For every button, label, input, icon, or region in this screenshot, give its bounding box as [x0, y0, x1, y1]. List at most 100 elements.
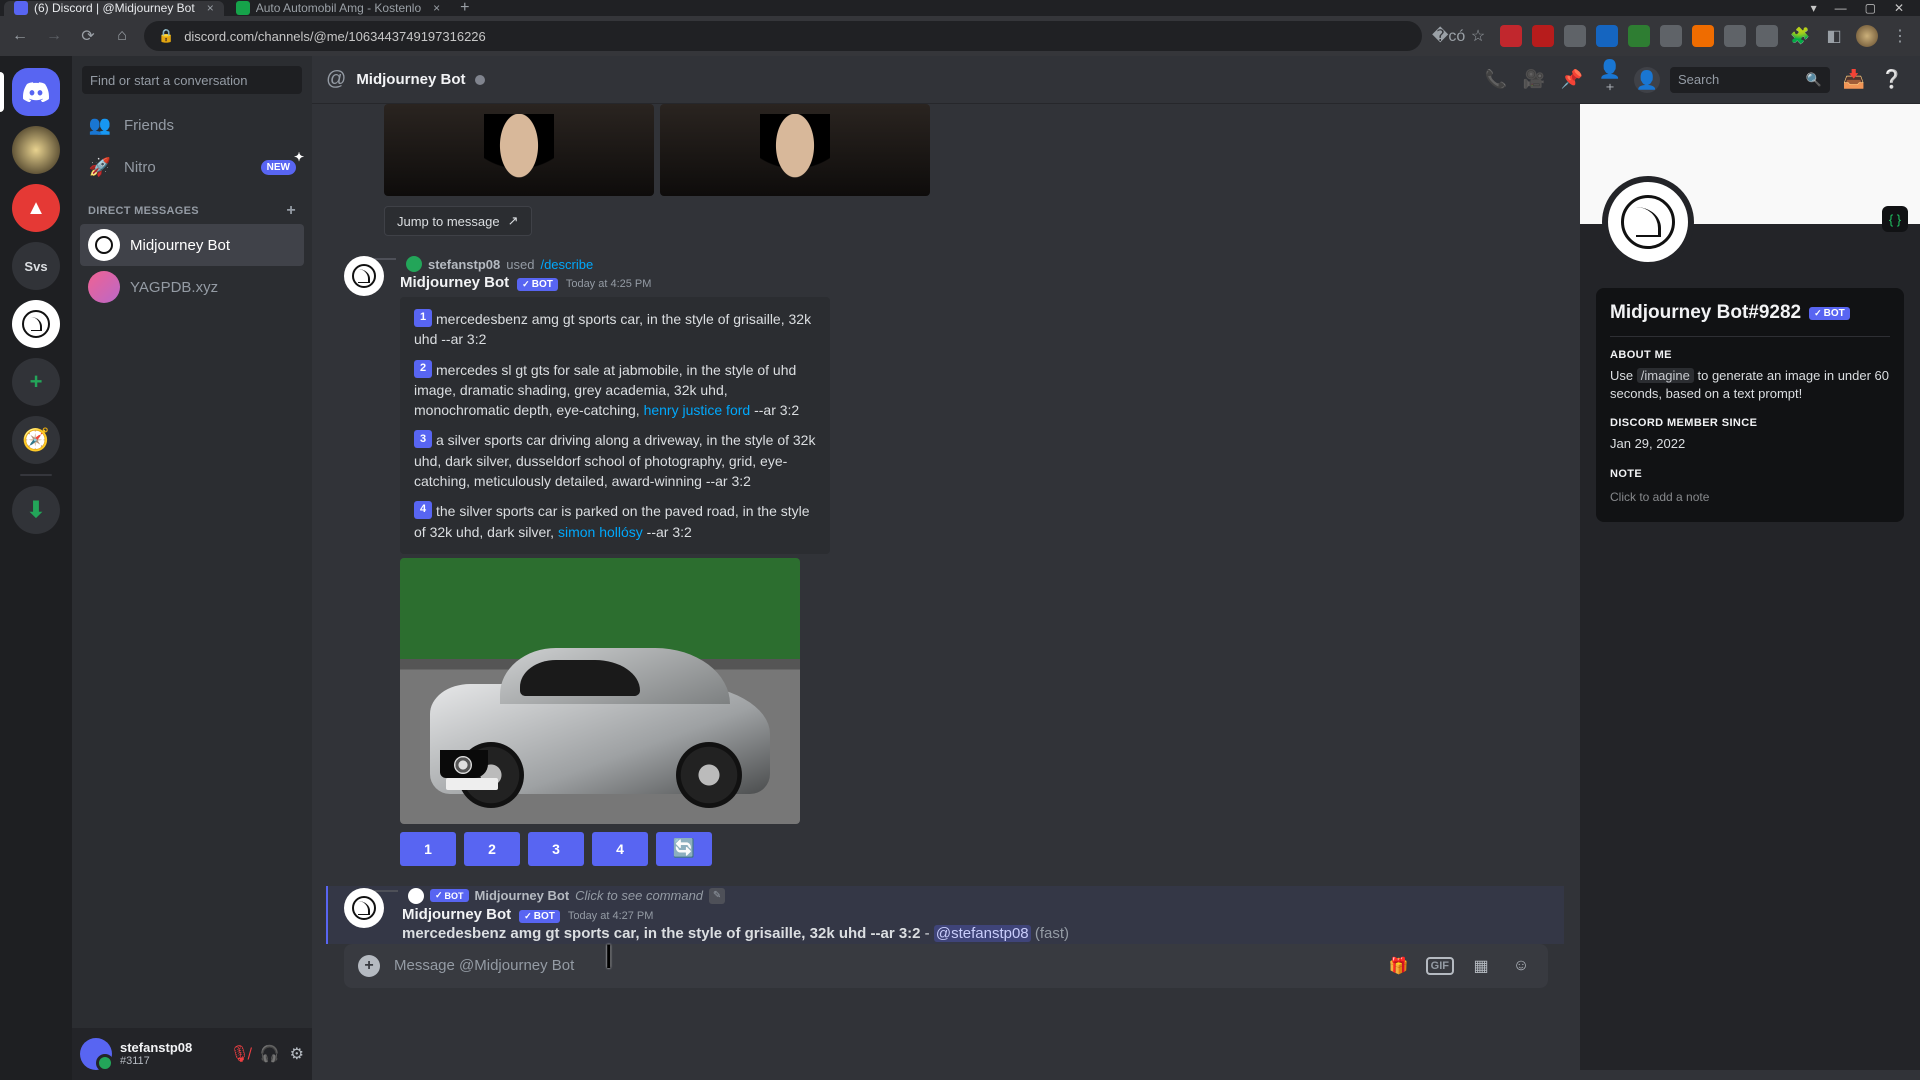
- author-avatar-icon[interactable]: [344, 256, 384, 296]
- server-item[interactable]: [12, 126, 60, 174]
- server-item[interactable]: Svs: [12, 242, 60, 290]
- view-roles-badge[interactable]: { }: [1882, 206, 1908, 232]
- search-input[interactable]: Search 🔍: [1670, 67, 1830, 93]
- message-describe-result: stefanstp08 used /describe Midjourney Bo…: [328, 254, 1564, 868]
- keycap-4-icon: 4: [414, 501, 432, 519]
- reply-context[interactable]: stefanstp08 used /describe: [400, 256, 1564, 272]
- tab-close-icon[interactable]: ×: [433, 1, 440, 15]
- profile-avatar-icon[interactable]: [1856, 25, 1878, 47]
- bot-badge: BOT: [1809, 307, 1850, 320]
- deafen-icon[interactable]: 🎧: [260, 1044, 280, 1064]
- url-input[interactable]: 🔒 discord.com/channels/@me/1063443749197…: [144, 21, 1422, 51]
- gif-button[interactable]: GIF: [1426, 957, 1454, 975]
- extension-icon[interactable]: [1596, 25, 1618, 47]
- add-server-button[interactable]: +: [12, 358, 60, 406]
- link-text[interactable]: henry justice ford: [644, 402, 751, 418]
- nitro-icon: 🚀: [88, 157, 112, 178]
- menu-dots-icon[interactable]: ⋮: [1888, 26, 1912, 46]
- add-friends-icon[interactable]: 👤⁺: [1596, 59, 1624, 101]
- inbox-icon[interactable]: 📥: [1840, 69, 1868, 90]
- browser-tab-active[interactable]: (6) Discord | @Midjourney Bot ×: [4, 1, 224, 16]
- self-names[interactable]: stefanstp08 #3117: [120, 1041, 192, 1067]
- video-call-icon[interactable]: 🎥: [1520, 69, 1548, 90]
- url-text: discord.com/channels/@me/106344374919731…: [184, 29, 486, 44]
- attach-plus-icon[interactable]: +: [358, 955, 380, 977]
- user-mention[interactable]: @stefanstp08: [934, 925, 1031, 942]
- message-content: mercedesbenz amg gt sports car, in the s…: [402, 925, 1564, 942]
- message-composer[interactable]: + Message @Midjourney Bot 🎁 GIF ▦ ☺ I: [344, 944, 1548, 988]
- reroll-button[interactable]: 🔄: [656, 832, 712, 866]
- extension-icon[interactable]: [1660, 25, 1682, 47]
- mute-mic-icon[interactable]: 🎙︎̸: [229, 1044, 249, 1064]
- tab-title: (6) Discord | @Midjourney Bot: [34, 1, 195, 15]
- author-avatar-icon[interactable]: [344, 888, 384, 928]
- gift-icon[interactable]: 🎁: [1386, 956, 1412, 976]
- home-server-button[interactable]: [12, 68, 60, 116]
- maximize-icon[interactable]: ▢: [1865, 1, 1876, 15]
- jump-to-message-button[interactable]: Jump to message ↗: [384, 206, 532, 236]
- minimize-icon[interactable]: ―: [1835, 1, 1847, 15]
- extensions-puzzle-icon[interactable]: 🧩: [1788, 26, 1812, 46]
- prompt-4-button[interactable]: 4: [592, 832, 648, 866]
- bookmark-star-icon[interactable]: ☆: [1466, 26, 1490, 46]
- prompt-3-button[interactable]: 3: [528, 832, 584, 866]
- browser-tab-inactive[interactable]: Auto Automobil Amg - Kostenlo ×: [226, 1, 450, 16]
- sticker-icon[interactable]: ▦: [1468, 956, 1494, 976]
- tab-close-icon[interactable]: ×: [207, 1, 214, 15]
- note-input[interactable]: Click to add a note: [1610, 486, 1890, 508]
- extension-icon[interactable]: [1532, 25, 1554, 47]
- user-profile-icon[interactable]: 👤: [1634, 67, 1660, 93]
- extension-icon[interactable]: [1564, 25, 1586, 47]
- reply-user: Midjourney Bot: [475, 888, 570, 903]
- settings-gear-icon[interactable]: ⚙: [290, 1044, 304, 1064]
- find-conversation-input[interactable]: Find or start a conversation: [82, 66, 302, 94]
- server-item[interactable]: [12, 300, 60, 348]
- nitro-link[interactable]: 🚀 Nitro NEW: [80, 146, 304, 188]
- self-discriminator: #3117: [120, 1055, 192, 1067]
- voice-call-icon[interactable]: 📞: [1482, 69, 1510, 90]
- emoji-icon[interactable]: ☺: [1508, 957, 1534, 975]
- side-panel-icon[interactable]: ◧: [1822, 26, 1846, 46]
- author-name[interactable]: Midjourney Bot: [400, 274, 509, 291]
- explore-servers-button[interactable]: 🧭: [12, 416, 60, 464]
- reply-context[interactable]: BOT Midjourney Bot Click to see command …: [402, 888, 1564, 904]
- reload-icon[interactable]: ⟳: [76, 26, 100, 46]
- dm-item-yagpdb[interactable]: YAGPDB.xyz: [80, 266, 304, 308]
- member-since-heading: DISCORD MEMBER SINCE: [1610, 417, 1890, 429]
- profile-name: Midjourney Bot#9282: [1610, 302, 1801, 324]
- adblock-icon[interactable]: [1500, 25, 1522, 47]
- download-apps-button[interactable]: ⬇: [12, 486, 60, 534]
- link-text[interactable]: simon hollósy: [558, 524, 643, 540]
- generated-image-thumb[interactable]: [660, 104, 930, 196]
- dm-item-midjourney[interactable]: Midjourney Bot: [80, 224, 304, 266]
- server-item[interactable]: ▲: [12, 184, 60, 232]
- extension-icon[interactable]: [1692, 25, 1714, 47]
- home-icon[interactable]: ⌂: [110, 27, 134, 45]
- extension-icon[interactable]: [1628, 25, 1650, 47]
- forward-icon[interactable]: →: [42, 27, 66, 45]
- generated-image-thumb[interactable]: [384, 104, 654, 196]
- install-app-icon[interactable]: �có: [1432, 26, 1456, 46]
- new-tab-button[interactable]: +: [452, 0, 477, 17]
- profile-avatar[interactable]: [1602, 176, 1694, 268]
- create-dm-button[interactable]: +: [286, 202, 296, 220]
- described-car-image[interactable]: [400, 558, 800, 824]
- extension-icon[interactable]: [1756, 25, 1778, 47]
- lock-icon: 🔒: [158, 28, 174, 44]
- chevron-down-icon[interactable]: ▾: [1811, 1, 1817, 15]
- prompt-2-button[interactable]: 2: [464, 832, 520, 866]
- extension-icon[interactable]: [1724, 25, 1746, 47]
- self-avatar-icon[interactable]: [80, 1038, 112, 1070]
- friends-link[interactable]: 👥 Friends: [80, 104, 304, 146]
- author-name[interactable]: Midjourney Bot: [402, 906, 511, 923]
- message-imagine-progress: BOT Midjourney Bot Click to see command …: [326, 886, 1564, 944]
- back-icon[interactable]: ←: [8, 27, 32, 45]
- composer-area: + Message @Midjourney Bot 🎁 GIF ▦ ☺ I: [328, 944, 1564, 1010]
- help-icon[interactable]: ❔: [1878, 69, 1906, 90]
- external-link-icon: ↗: [508, 213, 519, 229]
- prompt-button-row: 1 2 3 4 🔄: [400, 832, 1564, 866]
- prompt-1-button[interactable]: 1: [400, 832, 456, 866]
- pinned-messages-icon[interactable]: 📌: [1558, 69, 1586, 90]
- close-icon[interactable]: ✕: [1894, 1, 1904, 15]
- chat-scroll[interactable]: Jump to message ↗ stefanstp08 used /desc…: [312, 104, 1580, 1070]
